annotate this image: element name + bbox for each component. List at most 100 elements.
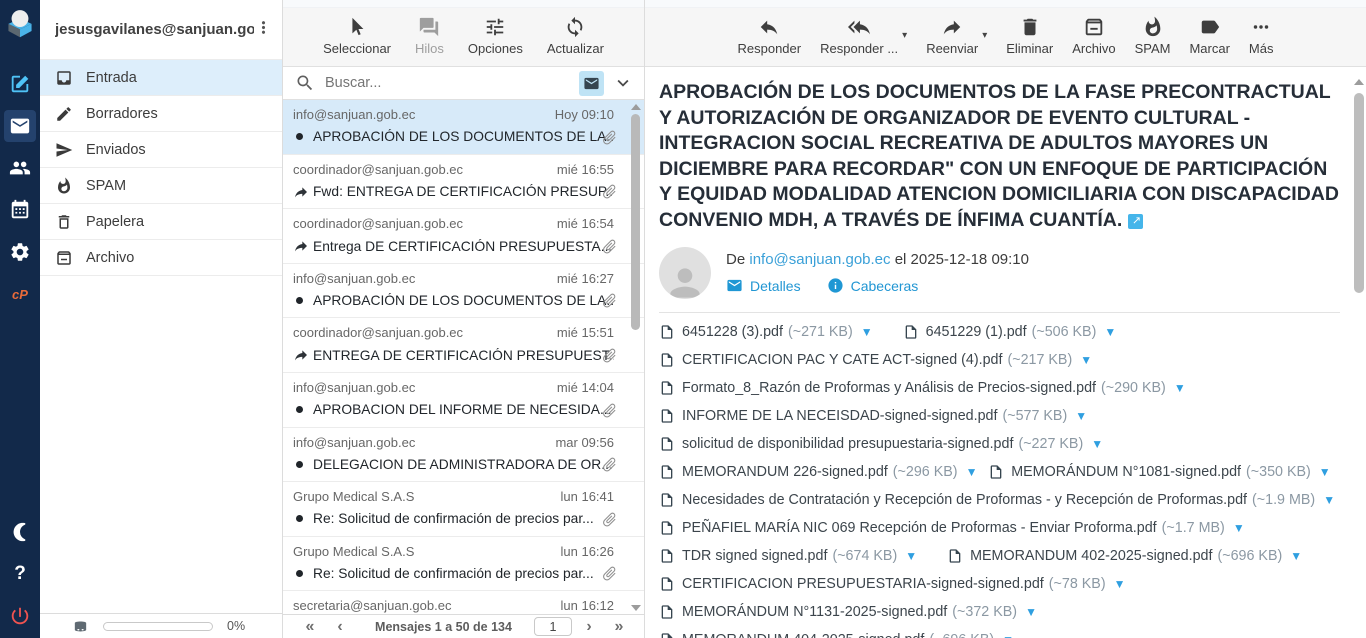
attachment[interactable]: solicitud de disponibilidad presupuestar… <box>659 436 1103 452</box>
attachment[interactable]: INFORME DE LA NECEISDAD-signed-signed.pd… <box>659 408 1087 424</box>
attachment[interactable]: Formato_8_Razón de Proformas y Análisis … <box>659 380 1186 396</box>
message-row[interactable]: coordinador@sanjuan.gob.ecmié 15:51 ENTR… <box>283 318 644 373</box>
help-icon[interactable]: ? <box>4 558 36 590</box>
next-page-button[interactable]: › <box>576 619 602 635</box>
search-input[interactable]: Buscar... <box>325 75 579 91</box>
message-row[interactable]: Grupo Medical S.A.Slun 16:26 Re: Solicit… <box>283 537 644 592</box>
refresh-button[interactable]: Actualizar <box>547 16 604 66</box>
reply-all-icon <box>848 16 870 38</box>
folder-archive[interactable]: Archivo <box>40 240 282 276</box>
attachment[interactable]: CERTIFICACION PAC Y CATE ACT-signed (4).… <box>659 352 1092 368</box>
attachment-menu-caret-icon[interactable]: ▼ <box>1174 381 1186 395</box>
archive-button[interactable]: Archivo <box>1072 16 1115 66</box>
list-scrollbar[interactable] <box>630 101 642 614</box>
cpanel-icon[interactable]: cP <box>4 278 36 310</box>
attachment-menu-caret-icon[interactable]: ▼ <box>1319 465 1331 479</box>
attachment-menu-caret-icon[interactable]: ▼ <box>861 325 873 339</box>
top-strip <box>645 0 1366 8</box>
mark-button[interactable]: Marcar <box>1189 16 1229 66</box>
message-row[interactable]: coordinador@sanjuan.gob.ecmié 16:54 Entr… <box>283 209 644 264</box>
attachment[interactable]: MEMORANDUM 402-2025-signed.pdf(~696 KB)▼ <box>947 548 1302 564</box>
attachment[interactable]: 6451228 (3).pdf(~271 KB)▼ <box>659 324 873 340</box>
compose-icon[interactable] <box>4 68 36 100</box>
delete-button[interactable]: Eliminar <box>1006 16 1053 66</box>
attachment-menu-caret-icon[interactable]: ▼ <box>1290 549 1302 563</box>
folder-sent[interactable]: Enviados <box>40 132 282 168</box>
pdf-file-icon <box>659 352 675 368</box>
search-expand-chevron-icon[interactable] <box>612 72 634 94</box>
send-icon <box>55 141 73 159</box>
attachment-menu-caret-icon[interactable]: ▼ <box>1323 493 1335 507</box>
envelope-icon <box>726 277 743 294</box>
settings-icon[interactable] <box>4 236 36 268</box>
last-page-button[interactable]: » <box>606 619 632 635</box>
scrollbar-thumb[interactable] <box>1354 93 1364 293</box>
folder-drafts[interactable]: Borradores <box>40 96 282 132</box>
account-header: jesusgavilanes@sanjuan.gob.... <box>40 0 282 60</box>
message-row[interactable]: info@sanjuan.gob.ecHoy 09:10 APROBACIÓN … <box>283 100 644 155</box>
threads-button[interactable]: Hilos <box>415 16 444 66</box>
select-button[interactable]: Seleccionar <box>323 16 391 66</box>
attachment[interactable]: Necesidades de Contratación y Recepción … <box>659 492 1310 508</box>
attachment[interactable]: TDR signed signed.pdf(~674 KB)▼ <box>659 548 917 564</box>
attachment-menu-caret-icon[interactable]: ▼ <box>1104 325 1116 339</box>
sogo-logo <box>0 0 40 46</box>
scroll-up-icon[interactable] <box>631 104 641 110</box>
open-in-new-icon[interactable] <box>1128 214 1143 229</box>
forward-dropdown-icon[interactable]: ▾ <box>982 30 987 41</box>
folder-inbox[interactable]: Entrada <box>40 60 282 96</box>
attachment[interactable]: CERTIFICACION PRESUPUESTARIA-signed-sign… <box>659 576 1126 592</box>
message-row[interactable]: Grupo Medical S.A.Slun 16:41 Re: Solicit… <box>283 482 644 537</box>
attachment[interactable]: 6451229 (1).pdf(~506 KB)▼ <box>903 324 1117 340</box>
logout-power-icon[interactable] <box>4 600 36 632</box>
contacts-module-icon[interactable] <box>4 152 36 184</box>
reply-all-button[interactable]: Responder ... <box>820 16 898 56</box>
mail-scrollbar[interactable] <box>1353 67 1365 638</box>
search-bar[interactable]: Buscar... <box>283 67 644 100</box>
attachment[interactable]: MEMORÁNDUM N°1081-signed.pdf(~350 KB)▼ <box>988 464 1310 480</box>
reply-all-dropdown-icon[interactable]: ▾ <box>902 30 907 41</box>
attachment-menu-caret-icon[interactable]: ▼ <box>1233 521 1245 535</box>
forward-button[interactable]: Reenviar <box>926 16 978 56</box>
forwarded-icon <box>293 238 309 254</box>
attachment-menu-caret-icon[interactable]: ▼ <box>1025 605 1037 619</box>
attachment[interactable]: MEMORÁNDUM N°1131-2025-signed.pdf(~372 K… <box>659 604 1037 620</box>
attachment-menu-caret-icon[interactable]: ▼ <box>1002 633 1014 638</box>
message-row[interactable]: info@sanjuan.gob.ecmié 14:04 APROBACION … <box>283 373 644 428</box>
account-menu-icon[interactable] <box>254 18 276 42</box>
mail-filter-toggle[interactable] <box>579 71 604 96</box>
message-row[interactable]: info@sanjuan.gob.ecmar 09:56 DELEGACION … <box>283 428 644 483</box>
headers-link[interactable]: Cabeceras <box>851 278 919 294</box>
attachment[interactable]: MEMORANDUM 226-signed.pdf(~296 KB)▼ <box>659 464 958 480</box>
spam-button[interactable]: SPAM <box>1135 16 1171 66</box>
attachment[interactable]: PEÑAFIEL MARÍA NIC 069 Recepción de Prof… <box>659 520 1245 536</box>
mail-view-panel: Responder Responder ... ▾ Reenviar ▾ Eli… <box>645 0 1366 638</box>
unread-dot-icon <box>293 461 313 468</box>
dark-mode-icon[interactable] <box>4 516 36 548</box>
calendar-module-icon[interactable] <box>4 194 36 226</box>
attachment-menu-caret-icon[interactable]: ▼ <box>1091 437 1103 451</box>
attachment-menu-caret-icon[interactable]: ▼ <box>1075 409 1087 423</box>
options-button[interactable]: Opciones <box>468 16 523 66</box>
from-email-link[interactable]: info@sanjuan.gob.ec <box>749 251 890 268</box>
page-number-input[interactable] <box>534 617 572 636</box>
attachment-menu-caret-icon[interactable]: ▼ <box>905 549 917 563</box>
reply-button[interactable]: Responder <box>738 16 802 66</box>
message-row[interactable]: info@sanjuan.gob.ecmié 16:27 APROBACIÓN … <box>283 264 644 319</box>
first-page-button[interactable]: « <box>297 619 323 635</box>
folder-trash[interactable]: Papelera <box>40 204 282 240</box>
attachment-menu-caret-icon[interactable]: ▼ <box>1114 577 1126 591</box>
scroll-down-icon[interactable] <box>631 605 641 611</box>
prev-page-button[interactable]: ‹ <box>327 619 353 635</box>
mail-module-icon[interactable] <box>4 110 36 142</box>
attachment-menu-caret-icon[interactable]: ▼ <box>966 465 978 479</box>
folder-spam[interactable]: SPAM <box>40 168 282 204</box>
attachment[interactable]: MEMORANDUM 404-2025-signed.pdf(~696 KB)▼ <box>659 632 1014 638</box>
scroll-up-icon[interactable] <box>1354 79 1364 85</box>
attachment-menu-caret-icon[interactable]: ▼ <box>1080 353 1092 367</box>
message-row[interactable]: secretaria@sanjuan.gob.eclun 16:12 <box>283 591 644 614</box>
message-row[interactable]: coordinador@sanjuan.gob.ecmié 16:55 Fwd:… <box>283 155 644 210</box>
details-link[interactable]: Detalles <box>750 278 801 294</box>
more-button[interactable]: Más <box>1249 16 1274 66</box>
scrollbar-thumb[interactable] <box>631 114 640 330</box>
